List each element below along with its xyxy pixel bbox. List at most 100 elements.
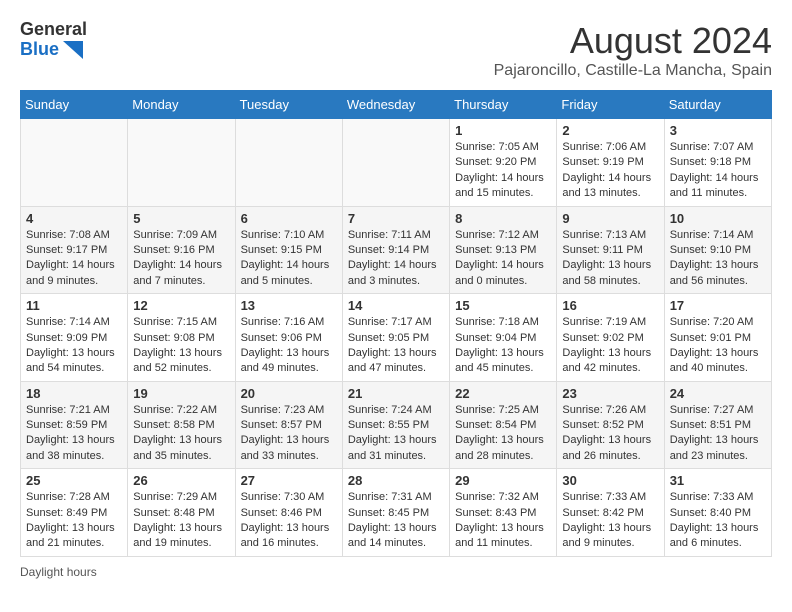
calendar-cell: 13 Sunrise: 7:16 AM Sunset: 9:06 PM Dayli… — [235, 294, 342, 382]
calendar-cell: 19 Sunrise: 7:22 AM Sunset: 8:58 PM Dayli… — [128, 381, 235, 469]
calendar-cell: 30 Sunrise: 7:33 AM Sunset: 8:42 PM Dayli… — [557, 469, 664, 557]
title-area: August 2024 Pajaroncillo, Castille-La Ma… — [494, 20, 772, 80]
day-info: Sunrise: 7:17 AM Sunset: 9:05 PM Dayligh… — [348, 315, 444, 377]
calendar-day-header: Friday — [557, 91, 664, 119]
calendar-cell: 2 Sunrise: 7:06 AM Sunset: 9:19 PM Daylig… — [557, 119, 664, 207]
day-number: 17 — [670, 298, 766, 313]
day-info: Sunrise: 7:15 AM Sunset: 9:08 PM Dayligh… — [133, 315, 229, 377]
calendar-day-header: Thursday — [450, 91, 557, 119]
day-number: 19 — [133, 386, 229, 401]
day-info: Sunrise: 7:23 AM Sunset: 8:57 PM Dayligh… — [241, 403, 337, 465]
day-number: 3 — [670, 123, 766, 138]
day-info: Sunrise: 7:14 AM Sunset: 9:09 PM Dayligh… — [26, 315, 122, 377]
day-number: 7 — [348, 211, 444, 226]
day-info: Sunrise: 7:33 AM Sunset: 8:42 PM Dayligh… — [562, 490, 658, 552]
day-number: 16 — [562, 298, 658, 313]
calendar-cell: 17 Sunrise: 7:20 AM Sunset: 9:01 PM Dayli… — [664, 294, 771, 382]
footer-note: Daylight hours — [20, 565, 772, 579]
calendar-cell: 15Sunrise: 7:18 AM Sunset: 9:04 PM Dayli… — [450, 294, 557, 382]
calendar-cell: 23 Sunrise: 7:26 AM Sunset: 8:52 PM Dayli… — [557, 381, 664, 469]
day-info: Sunrise: 7:16 AM Sunset: 9:06 PM Dayligh… — [241, 315, 337, 377]
location-title: Pajaroncillo, Castille-La Mancha, Spain — [494, 62, 772, 80]
day-number: 8 — [455, 211, 551, 226]
calendar-cell: 10Sunrise: 7:14 AM Sunset: 9:10 PM Dayli… — [664, 206, 771, 294]
calendar-cell — [21, 119, 128, 207]
calendar-week-row: 25 Sunrise: 7:28 AM Sunset: 8:49 PM Dayli… — [21, 469, 772, 557]
calendar-cell: 11 Sunrise: 7:14 AM Sunset: 9:09 PM Dayli… — [21, 294, 128, 382]
calendar-cell: 20 Sunrise: 7:23 AM Sunset: 8:57 PM Dayli… — [235, 381, 342, 469]
calendar: SundayMondayTuesdayWednesdayThursdayFrid… — [20, 90, 772, 557]
calendar-week-row: 18 Sunrise: 7:21 AM Sunset: 8:59 PM Dayli… — [21, 381, 772, 469]
calendar-cell: 16 Sunrise: 7:19 AM Sunset: 9:02 PM Dayli… — [557, 294, 664, 382]
day-info: Sunrise: 7:08 AM Sunset: 9:17 PM Dayligh… — [26, 228, 122, 290]
calendar-cell: 31Sunrise: 7:33 AM Sunset: 8:40 PM Dayli… — [664, 469, 771, 557]
calendar-day-header: Saturday — [664, 91, 771, 119]
calendar-cell: 24 Sunrise: 7:27 AM Sunset: 8:51 PM Dayli… — [664, 381, 771, 469]
day-number: 14 — [348, 298, 444, 313]
day-number: 1 — [455, 123, 551, 138]
day-number: 24 — [670, 386, 766, 401]
calendar-day-header: Monday — [128, 91, 235, 119]
calendar-header-row: SundayMondayTuesdayWednesdayThursdayFrid… — [21, 91, 772, 119]
calendar-cell: 28Sunrise: 7:31 AM Sunset: 8:45 PM Dayli… — [342, 469, 449, 557]
calendar-week-row: 11 Sunrise: 7:14 AM Sunset: 9:09 PM Dayli… — [21, 294, 772, 382]
calendar-cell: 14 Sunrise: 7:17 AM Sunset: 9:05 PM Dayli… — [342, 294, 449, 382]
day-info: Sunrise: 7:19 AM Sunset: 9:02 PM Dayligh… — [562, 315, 658, 377]
day-info: Sunrise: 7:26 AM Sunset: 8:52 PM Dayligh… — [562, 403, 658, 465]
calendar-cell: 21Sunrise: 7:24 AM Sunset: 8:55 PM Dayli… — [342, 381, 449, 469]
day-info: Sunrise: 7:28 AM Sunset: 8:49 PM Dayligh… — [26, 490, 122, 552]
day-info: Sunrise: 7:05 AM Sunset: 9:20 PM Dayligh… — [455, 140, 551, 202]
daylight-label: Daylight hours — [20, 565, 97, 579]
calendar-day-header: Tuesday — [235, 91, 342, 119]
calendar-cell: 29 Sunrise: 7:32 AM Sunset: 8:43 PM Dayli… — [450, 469, 557, 557]
day-info: Sunrise: 7:12 AM Sunset: 9:13 PM Dayligh… — [455, 228, 551, 290]
calendar-cell: 22 Sunrise: 7:25 AM Sunset: 8:54 PM Dayli… — [450, 381, 557, 469]
day-info: Sunrise: 7:25 AM Sunset: 8:54 PM Dayligh… — [455, 403, 551, 465]
day-number: 25 — [26, 473, 122, 488]
day-number: 13 — [241, 298, 337, 313]
day-number: 23 — [562, 386, 658, 401]
calendar-cell: 27Sunrise: 7:30 AM Sunset: 8:46 PM Dayli… — [235, 469, 342, 557]
month-title: August 2024 — [494, 20, 772, 62]
day-info: Sunrise: 7:32 AM Sunset: 8:43 PM Dayligh… — [455, 490, 551, 552]
day-number: 29 — [455, 473, 551, 488]
calendar-week-row: 4 Sunrise: 7:08 AM Sunset: 9:17 PM Daylig… — [21, 206, 772, 294]
calendar-cell — [128, 119, 235, 207]
logo: GeneralBlue — [20, 20, 87, 60]
calendar-cell: 7 Sunrise: 7:11 AM Sunset: 9:14 PM Daylig… — [342, 206, 449, 294]
header: GeneralBlue August 2024 Pajaroncillo, Ca… — [20, 20, 772, 80]
calendar-cell: 8 Sunrise: 7:12 AM Sunset: 9:13 PM Daylig… — [450, 206, 557, 294]
day-number: 4 — [26, 211, 122, 226]
day-info: Sunrise: 7:10 AM Sunset: 9:15 PM Dayligh… — [241, 228, 337, 290]
day-number: 9 — [562, 211, 658, 226]
calendar-day-header: Wednesday — [342, 91, 449, 119]
day-info: Sunrise: 7:06 AM Sunset: 9:19 PM Dayligh… — [562, 140, 658, 202]
day-number: 30 — [562, 473, 658, 488]
day-number: 2 — [562, 123, 658, 138]
calendar-cell: 1 Sunrise: 7:05 AM Sunset: 9:20 PM Daylig… — [450, 119, 557, 207]
day-number: 22 — [455, 386, 551, 401]
calendar-cell: 9Sunrise: 7:13 AM Sunset: 9:11 PM Daylig… — [557, 206, 664, 294]
day-info: Sunrise: 7:21 AM Sunset: 8:59 PM Dayligh… — [26, 403, 122, 465]
calendar-day-header: Sunday — [21, 91, 128, 119]
calendar-week-row: 1 Sunrise: 7:05 AM Sunset: 9:20 PM Daylig… — [21, 119, 772, 207]
calendar-cell: 6Sunrise: 7:10 AM Sunset: 9:15 PM Daylig… — [235, 206, 342, 294]
day-info: Sunrise: 7:22 AM Sunset: 8:58 PM Dayligh… — [133, 403, 229, 465]
day-info: Sunrise: 7:07 AM Sunset: 9:18 PM Dayligh… — [670, 140, 766, 202]
day-number: 10 — [670, 211, 766, 226]
day-number: 11 — [26, 298, 122, 313]
day-number: 5 — [133, 211, 229, 226]
day-info: Sunrise: 7:11 AM Sunset: 9:14 PM Dayligh… — [348, 228, 444, 290]
calendar-cell: 5Sunrise: 7:09 AM Sunset: 9:16 PM Daylig… — [128, 206, 235, 294]
day-number: 15 — [455, 298, 551, 313]
calendar-cell: 12Sunrise: 7:15 AM Sunset: 9:08 PM Dayli… — [128, 294, 235, 382]
day-number: 26 — [133, 473, 229, 488]
day-number: 20 — [241, 386, 337, 401]
day-info: Sunrise: 7:24 AM Sunset: 8:55 PM Dayligh… — [348, 403, 444, 465]
day-number: 18 — [26, 386, 122, 401]
day-info: Sunrise: 7:20 AM Sunset: 9:01 PM Dayligh… — [670, 315, 766, 377]
day-info: Sunrise: 7:27 AM Sunset: 8:51 PM Dayligh… — [670, 403, 766, 465]
day-number: 31 — [670, 473, 766, 488]
day-number: 27 — [241, 473, 337, 488]
calendar-cell — [342, 119, 449, 207]
